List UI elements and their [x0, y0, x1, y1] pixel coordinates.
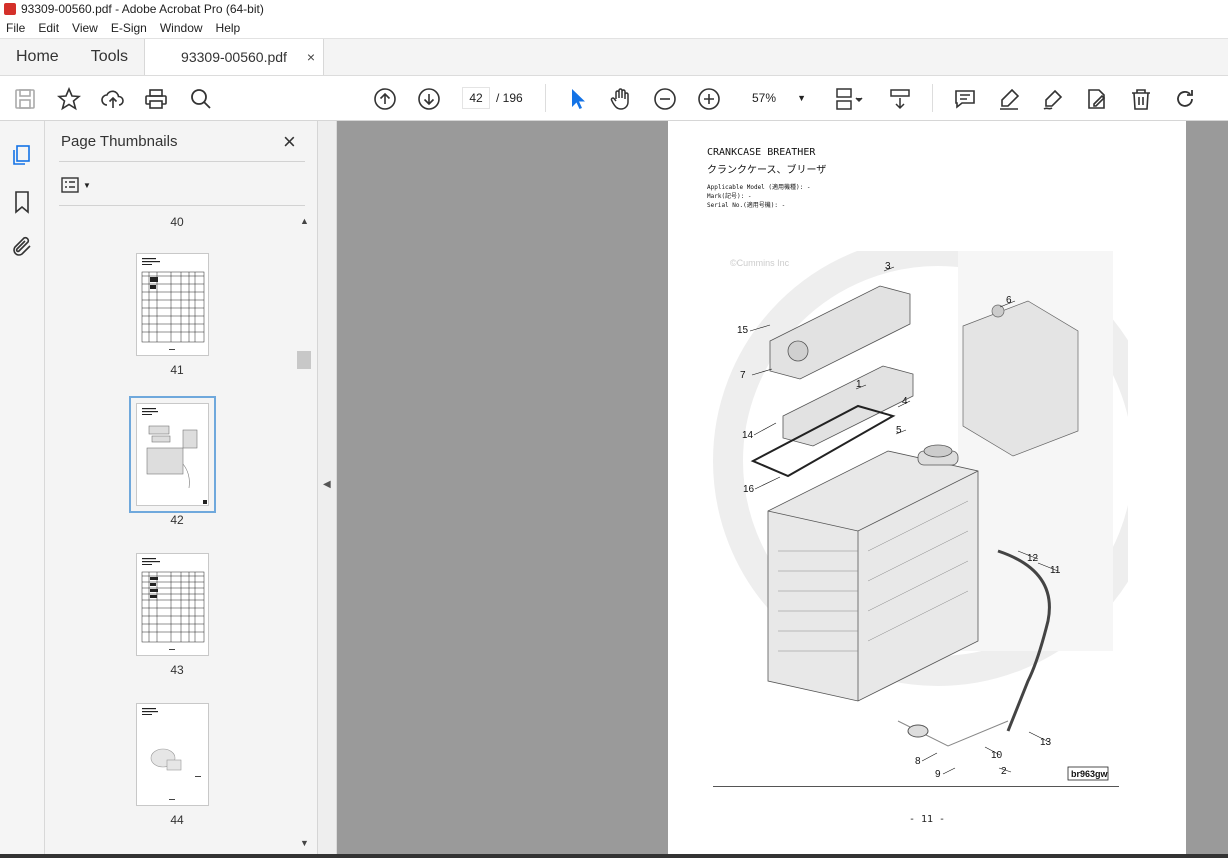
callout-15: 15 [737, 325, 749, 336]
doc-applicable-model: Applicable Model (適用機種): - [707, 184, 811, 191]
highlight-pen-icon[interactable] [996, 86, 1022, 112]
table-page-preview [141, 258, 205, 350]
callout-7: 7 [740, 370, 746, 381]
left-nav-rail [0, 121, 45, 858]
thumbnail-scrollbar[interactable]: ▲ ▼ [297, 216, 311, 852]
doc-serial: Serial No.(適用号機): - [707, 202, 786, 209]
menu-window[interactable]: Window [160, 21, 203, 35]
exploded-parts-diagram: ©Cummins Inc 1 2 3 4 5 6 7 8 9 10 11 12 … [713, 251, 1128, 781]
edit-pdf-icon[interactable] [1084, 86, 1110, 112]
diagram-page-preview [142, 408, 207, 504]
callout-16: 16 [743, 484, 755, 495]
thumbnail-label: 41 [170, 363, 184, 377]
menu-help[interactable]: Help [216, 21, 241, 35]
tab-home[interactable]: Home [0, 39, 75, 75]
acrobat-app-icon [4, 3, 16, 15]
tab-close-icon[interactable]: × [307, 49, 315, 65]
menu-view[interactable]: View [72, 21, 98, 35]
page-display-icon[interactable] [832, 86, 866, 112]
thumbnail-label: 43 [170, 663, 184, 677]
comment-icon[interactable] [952, 86, 978, 112]
thumbnail-label: 42 [170, 513, 184, 527]
chevron-down-icon: ▼ [83, 180, 91, 190]
zoom-value: 57% [752, 91, 777, 105]
save-icon[interactable] [12, 86, 38, 112]
page-footer: - 11 - [908, 814, 946, 825]
minus-circle-icon[interactable] [652, 86, 678, 112]
panel-title: Page Thumbnails [61, 133, 178, 150]
toolbar-divider [545, 84, 546, 112]
figure-code: br963gw [1071, 769, 1109, 779]
callout-4: 4 [902, 396, 908, 407]
callout-11: 11 [1050, 565, 1061, 576]
callout-14: 14 [742, 430, 754, 441]
star-icon[interactable] [56, 86, 82, 112]
callout-10: 10 [991, 750, 1003, 761]
tab-bar: Home Tools 93309-00560.pdf × [0, 38, 1228, 76]
scroll-up-icon[interactable]: ▲ [300, 216, 309, 226]
bookmark-icon[interactable] [10, 190, 34, 214]
attachment-icon[interactable] [10, 235, 34, 259]
printer-icon[interactable] [143, 86, 169, 112]
page-thumbnails-panel: Page Thumbnails × ▼ 40 41 42 43 44 ▲ ▼ [45, 121, 318, 858]
window-title: 93309-00560.pdf - Adobe Acrobat Pro (64-… [21, 2, 264, 16]
list-options-icon [61, 177, 79, 193]
doc-title-en: CRANKCASE BREATHER [707, 147, 816, 158]
menu-bar: File Edit View E-Sign Window Help [0, 18, 1228, 38]
title-bar: 93309-00560.pdf - Adobe Acrobat Pro (64-… [0, 0, 1228, 18]
arrow-up-circle-icon[interactable] [372, 86, 398, 112]
cloud-upload-icon[interactable] [100, 86, 126, 112]
scroll-mode-icon[interactable] [887, 86, 913, 112]
tab-document-label: 93309-00560.pdf [181, 49, 287, 65]
document-canvas[interactable]: CRANKCASE BREATHER クランクケース、ブリーザ Applicab… [337, 121, 1228, 858]
plus-circle-icon[interactable] [696, 86, 722, 112]
thumbnail-page-41[interactable] [136, 253, 209, 356]
magnifier-icon[interactable] [188, 86, 214, 112]
thumbnail-page-44[interactable] [136, 703, 209, 806]
menu-esign[interactable]: E-Sign [111, 21, 147, 35]
close-icon[interactable]: × [283, 129, 296, 155]
page-total: / 196 [496, 91, 523, 105]
table-page-preview [141, 558, 205, 650]
scrollbar-thumb[interactable] [297, 351, 311, 369]
page-rule [713, 786, 1119, 787]
callout-8: 8 [915, 756, 921, 767]
menu-edit[interactable]: Edit [38, 21, 59, 35]
redo-icon[interactable] [1172, 86, 1198, 112]
panel-divider [59, 161, 305, 162]
panel-divider [59, 205, 305, 206]
page-thumbnails-icon[interactable] [10, 143, 34, 167]
arrow-down-circle-icon[interactable] [416, 86, 442, 112]
doc-title-jp: クランクケース、ブリーザ [707, 165, 827, 176]
pointer-icon[interactable] [564, 86, 590, 112]
thumbnail-list: 40 41 42 43 44 [59, 209, 295, 849]
thumbnail-page-43[interactable] [136, 553, 209, 656]
chevron-left-icon: ◀ [323, 479, 331, 490]
hand-icon[interactable] [608, 86, 634, 112]
callout-2: 2 [1001, 766, 1007, 777]
tab-tools[interactable]: Tools [75, 39, 144, 75]
pdf-page: CRANKCASE BREATHER クランクケース、ブリーザ Applicab… [668, 121, 1186, 858]
taskbar-edge [0, 854, 1228, 858]
thumbnail-label: 44 [170, 813, 184, 827]
page-number-input[interactable]: 42 [462, 87, 490, 109]
panel-collapse-handle[interactable]: ◀ [318, 121, 337, 858]
diagram-page-preview [142, 708, 201, 800]
zoom-select[interactable]: 57% ▼ [740, 87, 812, 109]
menu-file[interactable]: File [6, 21, 25, 35]
watermark-text: ©Cummins Inc [730, 258, 790, 268]
toolbar-divider [932, 84, 933, 112]
thumbnail-options-button[interactable]: ▼ [61, 175, 97, 195]
doc-mark: Mark(記号): - [707, 193, 752, 200]
callout-5: 5 [896, 425, 902, 436]
scroll-down-icon[interactable]: ▼ [300, 838, 309, 848]
main-toolbar: 42 / 196 57% ▼ [0, 76, 1228, 121]
trash-icon[interactable] [1128, 86, 1154, 112]
thumbnail-page-42[interactable] [129, 396, 216, 513]
thumbnail-label: 40 [170, 215, 184, 229]
sign-pen-icon[interactable] [1040, 86, 1066, 112]
tab-document[interactable]: 93309-00560.pdf × [144, 39, 325, 75]
callout-9: 9 [935, 769, 941, 780]
chevron-down-icon: ▼ [797, 93, 806, 103]
